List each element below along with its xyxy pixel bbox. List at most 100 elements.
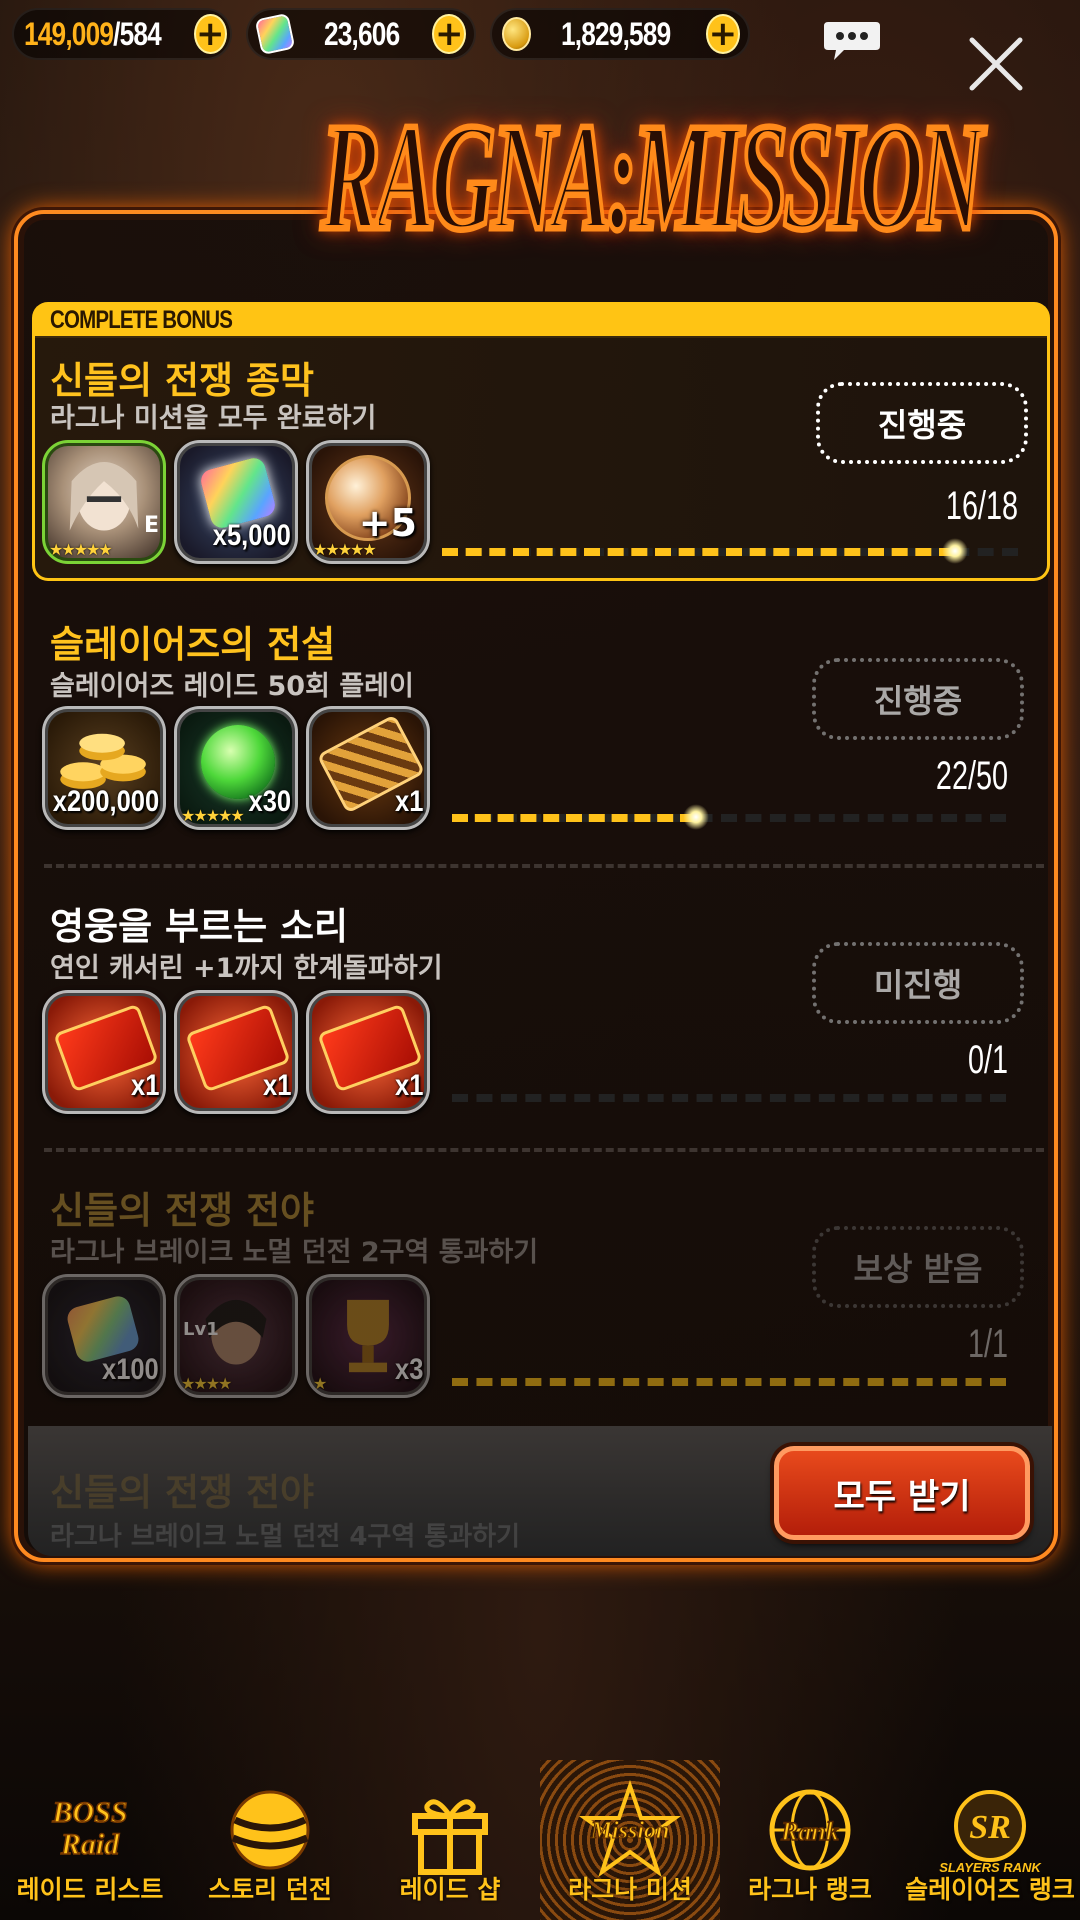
progress-spark xyxy=(942,538,968,564)
reward-summon-ticket[interactable]: x1 xyxy=(174,990,298,1114)
mission-progress-fill xyxy=(452,1378,1006,1386)
svg-text:BOSS: BOSS xyxy=(51,1796,127,1829)
reward-qty: x1 xyxy=(394,785,423,818)
mission-progress-text: 22/50 xyxy=(935,754,1008,798)
mission-progress-text: 0/1 xyxy=(967,1038,1008,1082)
claim-all-button[interactable]: 모두 받기 xyxy=(774,1446,1030,1540)
mission-status-button[interactable]: 보상 받음 xyxy=(812,1226,1024,1308)
mission-title: 신들의 전쟁 전야 xyxy=(50,1189,315,1232)
reward-qty: x1 xyxy=(130,1069,159,1102)
reward-qty: x30 xyxy=(248,785,291,818)
svg-text:SR: SR xyxy=(969,1809,1011,1846)
nav-ragna-rank[interactable]: Rank 라그나 랭크 xyxy=(720,1760,900,1920)
reward-rainbow-gem[interactable]: x5,000 xyxy=(174,440,298,564)
nav-ragna-mission[interactable]: Mission 라그나 미션 xyxy=(540,1760,720,1920)
nav-label: 레이드 리스트 xyxy=(16,1875,164,1904)
add-gold-button[interactable]: + xyxy=(705,14,740,54)
reward-qty: x200,000 xyxy=(52,785,159,818)
nav-raid-shop[interactable]: 레이드 샵 xyxy=(360,1760,540,1920)
mission-status-button[interactable]: 진행중 xyxy=(816,382,1028,464)
reward-stars: ★★★★★ xyxy=(313,540,377,559)
stamina-current: 149,009 xyxy=(24,15,114,52)
svg-text:Raid: Raid xyxy=(60,1828,120,1861)
mission-progress-bar xyxy=(452,1378,1006,1386)
reward-stars: ★★★★ xyxy=(181,1374,232,1393)
reward-qty: x1 xyxy=(262,1069,291,1102)
nav-label: 라그나 랭크 xyxy=(748,1875,872,1904)
slayers-rank-icon: SR SLAYERS RANK xyxy=(939,1790,1042,1875)
mission-progress-bar xyxy=(442,538,1018,564)
nav-story-dungeon[interactable]: 스토리 던전 xyxy=(180,1760,360,1920)
reward-grade: E xyxy=(143,513,159,538)
reward-hero-portrait[interactable]: Lv1 ★★★★ xyxy=(174,1274,298,1398)
mission-description: 라그나 브레이크 노멀 던전 2구역 통과하기 xyxy=(50,1237,539,1268)
next-mission-description: 라그나 브레이크 노멀 던전 4구역 통과하기 xyxy=(50,1522,520,1552)
mission-star-icon: Mission xyxy=(578,1780,682,1878)
nav-label: 슬레이어즈 랭크 xyxy=(905,1875,1075,1904)
reward-qty: x3 xyxy=(394,1353,423,1386)
mission-description: 슬레이어즈 레이드 50회 플레이 xyxy=(50,671,414,702)
add-gems-button[interactable]: + xyxy=(432,14,466,54)
stamina-counter: 149,009/584 + xyxy=(12,8,232,60)
reward-stars: ★★★★★ xyxy=(181,806,245,825)
reward-ticket[interactable]: x1 xyxy=(306,706,430,830)
mission-status-button[interactable]: 미진행 xyxy=(812,942,1024,1024)
reward-qty: x1 xyxy=(394,1069,423,1102)
add-stamina-button[interactable]: + xyxy=(194,14,227,54)
stamina-max: /584 xyxy=(113,15,162,52)
mission-progress-bar xyxy=(452,1094,1006,1102)
mission-progress-fill xyxy=(442,548,955,556)
reward-qty: x5,000 xyxy=(212,519,291,552)
currency-bar: 149,009/584 + 23,606 + 1,829,589 + xyxy=(12,8,750,64)
mission-status-button[interactable]: 진행중 xyxy=(812,658,1024,740)
mission-progress-fill xyxy=(452,814,696,822)
svg-text:Mission: Mission xyxy=(590,1818,670,1844)
reward-summon-ticket[interactable]: x1 xyxy=(306,990,430,1114)
reward-stars: ★ xyxy=(313,1374,327,1393)
bottom-nav: BOSS Raid 레이드 리스트 스토리 던전 레이드 샵 Mission 라… xyxy=(0,1760,1080,1920)
mission-title: 영웅을 부르는 소리 xyxy=(50,905,349,948)
gem-icon xyxy=(254,12,295,56)
divider xyxy=(44,1148,1044,1152)
mission-title: 슬레이어즈의 전설 xyxy=(50,623,336,666)
reward-trophy[interactable]: x3 ★ xyxy=(306,1274,430,1398)
divider xyxy=(44,864,1044,868)
reward-rainbow-gem[interactable]: x100 xyxy=(42,1274,166,1398)
reward-stars: ★★★★★ xyxy=(49,540,113,559)
boss-raid-icon: BOSS Raid xyxy=(51,1795,129,1862)
mission-progress-text: 16/18 xyxy=(945,484,1018,528)
story-dungeon-icon xyxy=(230,1790,310,1870)
gem-counter: 23,606 + xyxy=(246,8,476,60)
reward-level: +5 xyxy=(358,501,417,545)
mission-progress-bar xyxy=(452,804,1006,830)
mission-progress-text: 1/1 xyxy=(967,1322,1008,1366)
reward-summon-ticket[interactable]: x1 xyxy=(42,990,166,1114)
nav-label: 스토리 던전 xyxy=(208,1875,332,1904)
next-mission-title: 신들의 전쟁 전야 xyxy=(50,1471,315,1514)
close-icon[interactable] xyxy=(968,36,1024,92)
nav-raid-list[interactable]: BOSS Raid 레이드 리스트 xyxy=(0,1760,180,1920)
gold-coin-icon xyxy=(502,17,532,51)
reward-level: Lv1 xyxy=(183,1319,219,1340)
nav-label: 레이드 샵 xyxy=(399,1875,501,1904)
gold-amount: 1,829,589 xyxy=(561,15,671,52)
gift-box-icon xyxy=(412,1799,488,1875)
complete-bonus-label: COMPLETE BONUS xyxy=(50,306,233,334)
mission-description: 라그나 미션을 모두 완료하기 xyxy=(50,403,377,434)
rank-globe-icon: Rank xyxy=(769,1789,851,1871)
reward-qty: x100 xyxy=(102,1353,159,1386)
mission-description: 연인 캐서린 +1까지 한계돌파하기 xyxy=(50,953,443,984)
reward-green-gem[interactable]: x30 ★★★★★ xyxy=(174,706,298,830)
reward-hero-portrait[interactable]: E ★★★★★ xyxy=(42,440,166,564)
progress-spark xyxy=(683,804,709,830)
nav-slayers-rank[interactable]: SR SLAYERS RANK 슬레이어즈 랭크 xyxy=(900,1760,1080,1920)
reward-enhance-orb[interactable]: +5 ★★★★★ xyxy=(306,440,430,564)
nav-label: 라그나 미션 xyxy=(568,1875,692,1904)
reward-gold-coins[interactable]: x200,000 xyxy=(42,706,166,830)
gold-counter: 1,829,589 + xyxy=(490,8,750,60)
page-title: RAGNA:MISSION xyxy=(319,88,986,265)
svg-text:Rank: Rank xyxy=(780,1817,839,1846)
complete-bonus-header: COMPLETE BONUS xyxy=(32,302,1050,338)
gem-amount: 23,606 xyxy=(323,15,400,52)
chat-icon[interactable] xyxy=(822,18,882,62)
